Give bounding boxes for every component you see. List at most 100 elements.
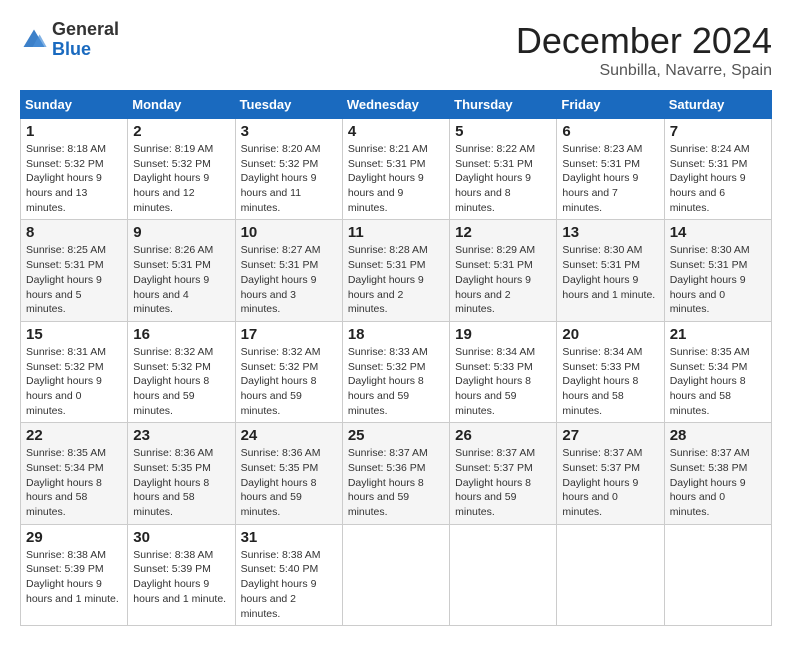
day-number: 30 — [133, 529, 229, 546]
day-info: Sunrise: 8:29 AM Sunset: 5:31 PM Dayligh… — [455, 243, 551, 316]
calendar-cell — [342, 524, 449, 625]
calendar-cell: 30 Sunrise: 8:38 AM Sunset: 5:39 PM Dayl… — [128, 524, 235, 625]
day-info: Sunrise: 8:27 AM Sunset: 5:31 PM Dayligh… — [241, 243, 337, 316]
logo-text: General Blue — [52, 20, 119, 60]
day-info: Sunrise: 8:19 AM Sunset: 5:32 PM Dayligh… — [133, 142, 229, 215]
calendar-cell: 19 Sunrise: 8:34 AM Sunset: 5:33 PM Dayl… — [450, 321, 557, 422]
calendar-cell: 6 Sunrise: 8:23 AM Sunset: 5:31 PM Dayli… — [557, 119, 664, 220]
calendar-cell: 8 Sunrise: 8:25 AM Sunset: 5:31 PM Dayli… — [21, 220, 128, 321]
day-number: 16 — [133, 326, 229, 343]
day-number: 25 — [348, 427, 444, 444]
calendar-cell: 18 Sunrise: 8:33 AM Sunset: 5:32 PM Dayl… — [342, 321, 449, 422]
month-title: December 2024 — [516, 20, 772, 62]
day-number: 18 — [348, 326, 444, 343]
day-number: 13 — [562, 224, 658, 241]
day-number: 10 — [241, 224, 337, 241]
day-info: Sunrise: 8:35 AM Sunset: 5:34 PM Dayligh… — [670, 345, 766, 418]
calendar-cell: 9 Sunrise: 8:26 AM Sunset: 5:31 PM Dayli… — [128, 220, 235, 321]
day-number: 31 — [241, 529, 337, 546]
day-number: 14 — [670, 224, 766, 241]
day-info: Sunrise: 8:33 AM Sunset: 5:32 PM Dayligh… — [348, 345, 444, 418]
day-info: Sunrise: 8:32 AM Sunset: 5:32 PM Dayligh… — [241, 345, 337, 418]
day-number: 2 — [133, 123, 229, 140]
header-thursday: Thursday — [450, 91, 557, 119]
page-header: General Blue December 2024 Sunbilla, Nav… — [20, 20, 772, 80]
header-sunday: Sunday — [21, 91, 128, 119]
day-number: 22 — [26, 427, 122, 444]
calendar-cell: 17 Sunrise: 8:32 AM Sunset: 5:32 PM Dayl… — [235, 321, 342, 422]
day-number: 5 — [455, 123, 551, 140]
day-number: 11 — [348, 224, 444, 241]
day-number: 7 — [670, 123, 766, 140]
calendar-cell: 3 Sunrise: 8:20 AM Sunset: 5:32 PM Dayli… — [235, 119, 342, 220]
day-info: Sunrise: 8:20 AM Sunset: 5:32 PM Dayligh… — [241, 142, 337, 215]
day-number: 27 — [562, 427, 658, 444]
day-info: Sunrise: 8:34 AM Sunset: 5:33 PM Dayligh… — [455, 345, 551, 418]
calendar-cell: 20 Sunrise: 8:34 AM Sunset: 5:33 PM Dayl… — [557, 321, 664, 422]
calendar-cell: 4 Sunrise: 8:21 AM Sunset: 5:31 PM Dayli… — [342, 119, 449, 220]
day-info: Sunrise: 8:26 AM Sunset: 5:31 PM Dayligh… — [133, 243, 229, 316]
day-info: Sunrise: 8:38 AM Sunset: 5:39 PM Dayligh… — [26, 548, 122, 607]
calendar-cell: 7 Sunrise: 8:24 AM Sunset: 5:31 PM Dayli… — [664, 119, 771, 220]
day-number: 3 — [241, 123, 337, 140]
calendar-cell: 11 Sunrise: 8:28 AM Sunset: 5:31 PM Dayl… — [342, 220, 449, 321]
calendar-cell: 23 Sunrise: 8:36 AM Sunset: 5:35 PM Dayl… — [128, 423, 235, 524]
day-info: Sunrise: 8:24 AM Sunset: 5:31 PM Dayligh… — [670, 142, 766, 215]
day-info: Sunrise: 8:37 AM Sunset: 5:37 PM Dayligh… — [455, 446, 551, 519]
day-number: 26 — [455, 427, 551, 444]
calendar-cell: 27 Sunrise: 8:37 AM Sunset: 5:37 PM Dayl… — [557, 423, 664, 524]
calendar-cell: 24 Sunrise: 8:36 AM Sunset: 5:35 PM Dayl… — [235, 423, 342, 524]
calendar-cell: 26 Sunrise: 8:37 AM Sunset: 5:37 PM Dayl… — [450, 423, 557, 524]
day-number: 19 — [455, 326, 551, 343]
day-number: 4 — [348, 123, 444, 140]
day-number: 29 — [26, 529, 122, 546]
day-info: Sunrise: 8:30 AM Sunset: 5:31 PM Dayligh… — [670, 243, 766, 316]
location-subtitle: Sunbilla, Navarre, Spain — [516, 62, 772, 80]
day-number: 24 — [241, 427, 337, 444]
day-number: 23 — [133, 427, 229, 444]
day-number: 12 — [455, 224, 551, 241]
calendar-cell: 5 Sunrise: 8:22 AM Sunset: 5:31 PM Dayli… — [450, 119, 557, 220]
calendar-week-4: 22 Sunrise: 8:35 AM Sunset: 5:34 PM Dayl… — [21, 423, 772, 524]
day-number: 9 — [133, 224, 229, 241]
day-number: 21 — [670, 326, 766, 343]
calendar-cell — [450, 524, 557, 625]
day-info: Sunrise: 8:36 AM Sunset: 5:35 PM Dayligh… — [241, 446, 337, 519]
calendar-table: SundayMondayTuesdayWednesdayThursdayFrid… — [20, 90, 772, 626]
day-number: 20 — [562, 326, 658, 343]
day-info: Sunrise: 8:38 AM Sunset: 5:39 PM Dayligh… — [133, 548, 229, 607]
day-info: Sunrise: 8:23 AM Sunset: 5:31 PM Dayligh… — [562, 142, 658, 215]
header-wednesday: Wednesday — [342, 91, 449, 119]
day-info: Sunrise: 8:37 AM Sunset: 5:37 PM Dayligh… — [562, 446, 658, 519]
header-saturday: Saturday — [664, 91, 771, 119]
day-info: Sunrise: 8:22 AM Sunset: 5:31 PM Dayligh… — [455, 142, 551, 215]
calendar-cell: 31 Sunrise: 8:38 AM Sunset: 5:40 PM Dayl… — [235, 524, 342, 625]
calendar-cell: 21 Sunrise: 8:35 AM Sunset: 5:34 PM Dayl… — [664, 321, 771, 422]
day-info: Sunrise: 8:25 AM Sunset: 5:31 PM Dayligh… — [26, 243, 122, 316]
calendar-cell: 2 Sunrise: 8:19 AM Sunset: 5:32 PM Dayli… — [128, 119, 235, 220]
day-number: 28 — [670, 427, 766, 444]
calendar-cell — [557, 524, 664, 625]
title-block: December 2024 Sunbilla, Navarre, Spain — [516, 20, 772, 80]
day-info: Sunrise: 8:38 AM Sunset: 5:40 PM Dayligh… — [241, 548, 337, 621]
day-info: Sunrise: 8:36 AM Sunset: 5:35 PM Dayligh… — [133, 446, 229, 519]
header-friday: Friday — [557, 91, 664, 119]
logo-blue: Blue — [52, 40, 119, 60]
calendar-header-row: SundayMondayTuesdayWednesdayThursdayFrid… — [21, 91, 772, 119]
day-number: 1 — [26, 123, 122, 140]
calendar-cell: 12 Sunrise: 8:29 AM Sunset: 5:31 PM Dayl… — [450, 220, 557, 321]
day-info: Sunrise: 8:31 AM Sunset: 5:32 PM Dayligh… — [26, 345, 122, 418]
calendar-cell: 22 Sunrise: 8:35 AM Sunset: 5:34 PM Dayl… — [21, 423, 128, 524]
calendar-cell: 15 Sunrise: 8:31 AM Sunset: 5:32 PM Dayl… — [21, 321, 128, 422]
day-info: Sunrise: 8:34 AM Sunset: 5:33 PM Dayligh… — [562, 345, 658, 418]
calendar-cell: 25 Sunrise: 8:37 AM Sunset: 5:36 PM Dayl… — [342, 423, 449, 524]
calendar-cell: 29 Sunrise: 8:38 AM Sunset: 5:39 PM Dayl… — [21, 524, 128, 625]
day-number: 8 — [26, 224, 122, 241]
day-info: Sunrise: 8:35 AM Sunset: 5:34 PM Dayligh… — [26, 446, 122, 519]
calendar-cell: 28 Sunrise: 8:37 AM Sunset: 5:38 PM Dayl… — [664, 423, 771, 524]
day-info: Sunrise: 8:21 AM Sunset: 5:31 PM Dayligh… — [348, 142, 444, 215]
logo-icon — [20, 26, 48, 54]
calendar-week-2: 8 Sunrise: 8:25 AM Sunset: 5:31 PM Dayli… — [21, 220, 772, 321]
calendar-cell: 14 Sunrise: 8:30 AM Sunset: 5:31 PM Dayl… — [664, 220, 771, 321]
day-number: 6 — [562, 123, 658, 140]
